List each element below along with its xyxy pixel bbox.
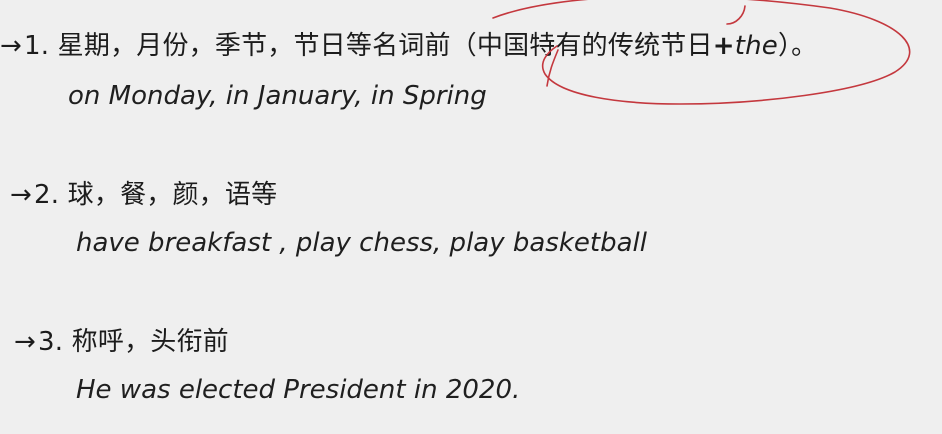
rule-3-example: He was elected President in 2020.: [76, 375, 521, 405]
plus-icon: +: [712, 31, 735, 61]
red-ink-annotation: [492, 0, 911, 105]
rule-2-text: 2. 球，餐，颜，语等: [34, 180, 278, 210]
rule-1-end: ）。: [777, 31, 818, 61]
arrow-right-icon: →: [10, 180, 32, 210]
rule-1-line: →1. 星期，月份，季节，节日等名词前（中国特有的传统节日+the）。: [0, 30, 817, 62]
arrow-right-icon: →: [14, 327, 36, 357]
rule-1-the: the: [734, 31, 778, 61]
slide-page: { "rules": [ { "arrow": "→", "text": "1.…: [0, 0, 942, 434]
rule-2-line: →2. 球，餐，颜，语等: [10, 179, 277, 211]
ink-tick-stroke: [726, 5, 746, 25]
rule-1-text: 1. 星期，月份，季节，节日等名词前（中国特有的传统节日: [24, 31, 713, 61]
rule-2-example: have breakfast , play chess, play basket…: [76, 228, 647, 258]
rule-3-text: 3. 称呼，头衔前: [38, 327, 229, 357]
rule-3-line: →3. 称呼，头衔前: [14, 326, 229, 358]
rule-1-example: on Monday, in January, in Spring: [68, 81, 487, 111]
arrow-right-icon: →: [0, 31, 22, 61]
